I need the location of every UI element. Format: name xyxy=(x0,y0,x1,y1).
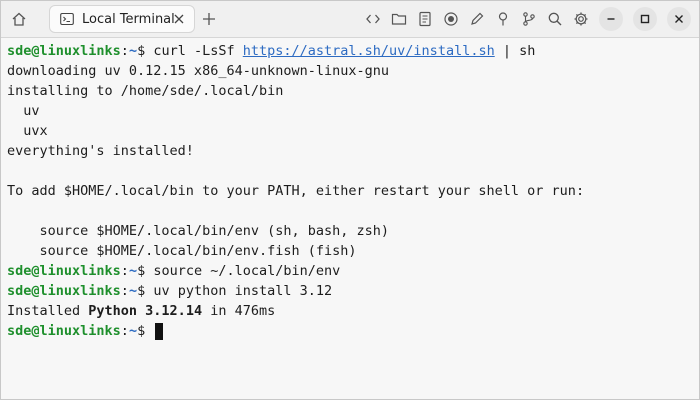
prompt-separator: : xyxy=(120,43,129,59)
tab-local-terminal[interactable]: Local Terminal xyxy=(49,5,195,33)
text-cursor xyxy=(155,322,164,340)
prompt-dollar: $ xyxy=(137,263,154,279)
maximize-icon xyxy=(640,14,650,24)
toolbar xyxy=(363,8,591,30)
output-text: in 476ms xyxy=(202,303,276,319)
command-text: | sh xyxy=(494,43,536,59)
prompt-dollar: $ xyxy=(137,323,154,339)
command-text: uv python install 3.12 xyxy=(153,283,333,299)
prompt-dollar: $ xyxy=(137,283,154,299)
prompt-path: ~ xyxy=(128,323,138,339)
folder-icon[interactable] xyxy=(389,8,409,30)
prompt-path: ~ xyxy=(128,263,138,279)
window-controls xyxy=(599,7,691,31)
terminal-icon xyxy=(60,12,74,26)
prompt-user-host: sde@linuxlinks xyxy=(7,43,121,59)
terminal-line: source $HOME/.local/bin/env.fish (fish) xyxy=(7,243,357,259)
search-icon[interactable] xyxy=(545,8,565,30)
close-window-button[interactable] xyxy=(667,7,691,31)
close-icon[interactable] xyxy=(172,12,186,26)
minimize-button[interactable] xyxy=(599,7,623,31)
terminal-window: Local Terminal sde@linuxlinks:~$ curl -L… xyxy=(0,0,700,400)
prompt-dollar: $ xyxy=(137,43,154,59)
pin-icon[interactable] xyxy=(493,8,513,30)
window-close-icon xyxy=(674,14,684,24)
prompt-separator: : xyxy=(120,283,129,299)
title-bar: Local Terminal xyxy=(1,1,699,38)
document-icon[interactable] xyxy=(415,8,435,30)
python-version-text: Python 3.12.14 xyxy=(88,303,203,319)
terminal-line: uvx xyxy=(7,123,48,139)
new-tab-button[interactable] xyxy=(199,9,219,29)
terminal-line: To add $HOME/.local/bin to your PATH, ei… xyxy=(7,183,585,199)
tab-title: Local Terminal xyxy=(82,11,175,27)
output-text: Installed xyxy=(7,303,89,319)
prompt-user-host: sde@linuxlinks xyxy=(7,323,121,339)
code-icon[interactable] xyxy=(363,8,383,30)
git-branch-icon[interactable] xyxy=(519,8,539,30)
prompt-path: ~ xyxy=(128,283,138,299)
prompt-path: ~ xyxy=(128,43,138,59)
terminal-line: downloading uv 0.12.15 x86_64-unknown-li… xyxy=(7,63,390,79)
record-icon[interactable] xyxy=(441,8,461,30)
terminal-line: sde@linuxlinks:~$ uv python install 3.12 xyxy=(7,281,332,301)
prompt-separator: : xyxy=(120,263,129,279)
plus-icon xyxy=(202,12,216,26)
minimize-icon xyxy=(606,14,616,24)
home-icon xyxy=(11,11,27,27)
terminal-line: installing to /home/sde/.local/bin xyxy=(7,83,284,99)
terminal-line: source $HOME/.local/bin/env (sh, bash, z… xyxy=(7,223,390,239)
prompt-separator: : xyxy=(120,323,129,339)
terminal-line: Installed Python 3.12.14 in 476ms xyxy=(7,301,275,321)
command-text: source ~/.local/bin/env xyxy=(153,263,341,279)
pencil-icon[interactable] xyxy=(467,8,487,30)
maximize-button[interactable] xyxy=(633,7,657,31)
terminal-line: sde@linuxlinks:~$ source ~/.local/bin/en… xyxy=(7,261,340,281)
gear-icon[interactable] xyxy=(571,8,591,30)
home-button[interactable] xyxy=(1,1,37,37)
terminal-output[interactable]: sde@linuxlinks:~$ curl -LsSf https://ast… xyxy=(1,38,699,399)
install-url-link[interactable]: https://astral.sh/uv/install.sh xyxy=(243,43,495,59)
prompt-user-host: sde@linuxlinks xyxy=(7,283,121,299)
terminal-line: sde@linuxlinks:~$ xyxy=(7,321,164,341)
terminal-line: everything's installed! xyxy=(7,143,194,159)
prompt-user-host: sde@linuxlinks xyxy=(7,263,121,279)
command-text: curl -LsSf xyxy=(153,43,243,59)
terminal-line: uv xyxy=(7,103,40,119)
terminal-line: sde@linuxlinks:~$ curl -LsSf https://ast… xyxy=(7,41,535,61)
